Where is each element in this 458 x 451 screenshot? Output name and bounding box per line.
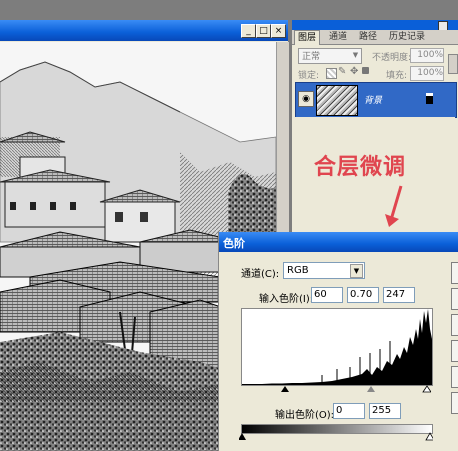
options-button[interactable] [451, 392, 458, 414]
fill-field[interactable]: 100% [410, 66, 444, 81]
input-white-field[interactable]: 247 [383, 287, 415, 303]
tab-layers[interactable]: 图层 [294, 30, 321, 45]
tab-history[interactable]: 历史记录 [386, 30, 428, 44]
levels-title: 色阶 [223, 237, 245, 250]
input-levels-label: 输入色阶(I): [259, 294, 314, 305]
output-levels-label: 输出色阶(O): [275, 410, 335, 421]
cancel-button[interactable] [451, 288, 458, 310]
histogram-graph [242, 309, 432, 385]
input-black-field[interactable]: 60 [311, 287, 343, 303]
output-black-slider[interactable] [239, 433, 246, 440]
channel-label: 通道(C): [241, 269, 280, 280]
layers-panel-titlebar[interactable] [292, 20, 458, 30]
input-gamma-slider[interactable] [367, 386, 375, 392]
layer-lock-icon [426, 93, 433, 104]
load-button[interactable] [451, 314, 458, 336]
output-white-field[interactable]: 255 [369, 403, 401, 419]
opacity-label: 不透明度: [372, 53, 412, 63]
input-slider-track[interactable] [241, 384, 431, 394]
lock-transparency-icon[interactable] [326, 68, 337, 79]
maximize-button[interactable]: □ [256, 24, 271, 38]
tab-channels[interactable]: 通道 [326, 30, 350, 44]
layers-tab-strip: 图层 通道 路径 历史记录 [292, 30, 458, 45]
input-white-slider[interactable] [422, 385, 431, 393]
annotation-arrow-icon [385, 185, 403, 227]
chevron-down-icon: ▼ [352, 51, 359, 59]
layer-thumbnail [316, 85, 358, 116]
lock-all-icon[interactable] [362, 67, 369, 74]
lock-move-icon[interactable]: ✥ [350, 66, 358, 77]
layers-panel: 图层 通道 路径 历史记录 正常 ▼ 不透明度: 100% 锁定: ✎ ✥ 填充… [292, 20, 458, 240]
channel-select[interactable]: RGB ▼ [283, 262, 365, 279]
save-button[interactable] [451, 340, 458, 362]
layer-row-background[interactable]: ◉ 背景 [295, 82, 457, 118]
eye-icon[interactable]: ◉ [298, 91, 314, 107]
close-button[interactable]: × [271, 24, 286, 38]
lock-label: 锁定: [298, 71, 320, 81]
levels-dialog-titlebar[interactable]: 色阶 [219, 232, 458, 252]
chevron-down-icon: ▼ [350, 264, 363, 278]
minimize-button[interactable]: _ [241, 24, 256, 38]
layers-panel-scroll-arrow[interactable] [448, 54, 458, 74]
tab-paths[interactable]: 路径 [356, 30, 380, 44]
input-black-slider[interactable] [281, 386, 289, 392]
lock-brush-icon[interactable]: ✎ [338, 66, 346, 77]
annotation-text: 合层微调 [314, 155, 407, 180]
opacity-field[interactable]: 100% [410, 48, 444, 63]
output-white-slider[interactable] [425, 432, 433, 441]
auto-button[interactable] [451, 366, 458, 388]
output-slider-track[interactable] [239, 432, 433, 442]
layer-name: 背景 [364, 96, 383, 106]
histogram [241, 308, 433, 386]
blend-mode-select[interactable]: 正常 ▼ [298, 48, 362, 64]
levels-dialog: 色阶 通道(C): RGB ▼ 输入色阶(I): 60 0.70 247 输出色… [218, 232, 458, 451]
fill-label: 填充: [386, 71, 408, 81]
output-black-field[interactable]: 0 [333, 403, 365, 419]
input-gamma-field[interactable]: 0.70 [347, 287, 379, 303]
ok-button[interactable] [451, 262, 458, 284]
